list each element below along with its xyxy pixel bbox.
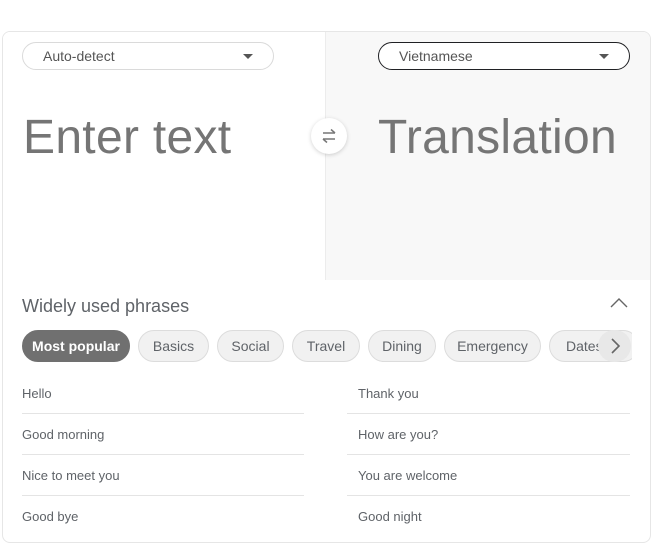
phrase-text: Good bye: [22, 509, 79, 524]
source-text-input[interactable]: Enter text: [23, 110, 231, 165]
tab-basics[interactable]: Basics: [138, 330, 209, 362]
phrase-text: Nice to meet you: [22, 467, 120, 483]
chevron-right-icon: [610, 338, 620, 354]
source-language-label: Auto-detect: [43, 48, 115, 64]
dropdown-caret-icon: [243, 54, 253, 59]
phrase-item[interactable]: Good bye: [22, 496, 304, 537]
phrase-category-tabs: Most popular Basics Social Travel Dining…: [22, 330, 632, 362]
phrases-title: Widely used phrases: [22, 296, 190, 316]
phrase-item[interactable]: Good morning: [22, 414, 304, 455]
phrase-text: Hello: [22, 385, 52, 401]
tab-social[interactable]: Social: [217, 330, 284, 362]
swap-arrows-icon: [322, 128, 336, 144]
phrase-item[interactable]: Good night: [347, 496, 630, 537]
tab-most-popular[interactable]: Most popular: [22, 330, 130, 362]
tab-label: Emergency: [457, 338, 528, 354]
phrase-list-left: Hello Good morning Nice to meet you Good…: [22, 373, 304, 537]
dropdown-caret-icon: [599, 54, 609, 59]
source-language-select[interactable]: Auto-detect: [22, 42, 274, 70]
phrase-item[interactable]: Hello: [22, 373, 304, 414]
next-categories-button[interactable]: [598, 330, 631, 362]
phrase-item[interactable]: Thank you: [347, 373, 630, 414]
phrase-text: Thank you: [358, 385, 419, 401]
tab-dining[interactable]: Dining: [368, 330, 436, 362]
tab-label: Basics: [152, 338, 195, 354]
phrase-text: You are welcome: [358, 467, 458, 483]
translation-panes: Auto-detect Enter text Vietnamese Transl…: [3, 32, 650, 280]
collapse-phrases-button[interactable]: [609, 296, 633, 316]
tab-label: Social: [231, 338, 270, 354]
tab-emergency[interactable]: Emergency: [444, 330, 541, 362]
swap-languages-button[interactable]: [311, 118, 347, 154]
chevron-up-icon: [610, 298, 628, 308]
source-pane[interactable]: Auto-detect Enter text: [3, 32, 326, 280]
translator-card: Auto-detect Enter text Vietnamese Transl…: [2, 31, 651, 543]
target-pane: Vietnamese Translation: [326, 32, 650, 280]
tab-label: Most popular: [32, 338, 120, 354]
translation-output: Translation: [378, 111, 617, 164]
tab-label: Dining: [382, 338, 422, 354]
target-language-select[interactable]: Vietnamese: [378, 42, 630, 70]
phrase-list-right: Thank you How are you? You are welcome G…: [347, 373, 630, 537]
phrase-text: How are you?: [358, 426, 439, 442]
phrase-item[interactable]: Nice to meet you: [22, 455, 304, 496]
phrase-text: Good morning: [22, 426, 105, 442]
tab-label: Travel: [306, 338, 346, 354]
phrase-text: Good night: [358, 509, 422, 524]
target-language-label: Vietnamese: [399, 48, 473, 64]
phrase-item[interactable]: You are welcome: [347, 455, 630, 496]
phrase-item[interactable]: How are you?: [347, 414, 630, 455]
tab-travel[interactable]: Travel: [292, 330, 360, 362]
